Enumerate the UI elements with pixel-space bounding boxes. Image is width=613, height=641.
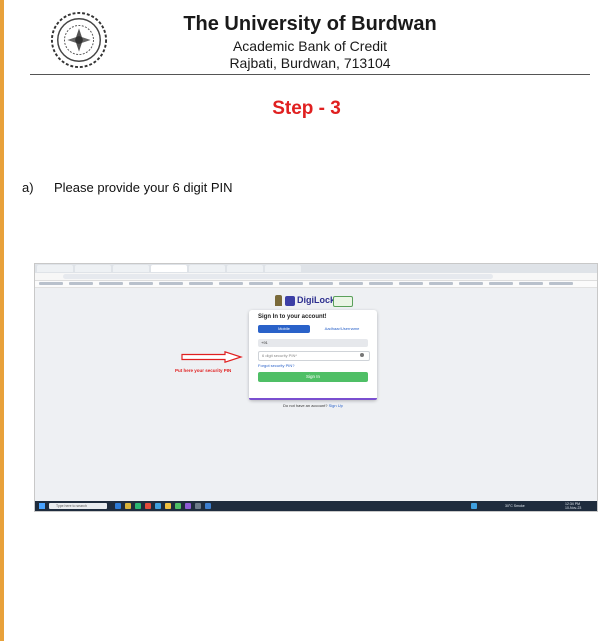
taskbar-app-icon[interactable]: [145, 503, 151, 509]
no-account-text: Do not have an account?: [283, 403, 328, 408]
bookmark-item: [399, 282, 423, 285]
weather-status: 30°C Smoke: [505, 504, 525, 508]
sign-up-link[interactable]: Sign Up: [329, 403, 343, 408]
bookmark-item: [519, 282, 543, 285]
browser-tab: [227, 265, 263, 272]
embedded-screenshot: DigiLocker Sign In to your account! Mobi…: [34, 263, 598, 512]
emblem-icon: [275, 295, 282, 306]
instruction-text: Please provide your 6 digit PIN: [54, 180, 233, 195]
browser-tab: [189, 265, 225, 272]
taskbar-clock: 12:34 PM 10-Nov-23: [565, 502, 581, 510]
url-field: [63, 274, 493, 279]
bookmark-item: [279, 282, 303, 285]
tab-aadhaar-username[interactable]: Aadhaar/Username: [315, 325, 369, 333]
taskbar-search-box[interactable]: Type here to search: [49, 503, 107, 509]
bookmark-item: [309, 282, 333, 285]
browser-tab: [37, 265, 73, 272]
tab-mobile[interactable]: Mobile: [258, 325, 310, 333]
bookmark-item: [129, 282, 153, 285]
university-seal-logo: [50, 11, 108, 69]
bookmark-item: [189, 282, 213, 285]
address: Rajbati, Burdwan, 713104: [229, 55, 391, 71]
taskbar-app-icon[interactable]: [195, 503, 201, 509]
instruction-marker: a): [22, 180, 34, 195]
taskbar-app-icon[interactable]: [165, 503, 171, 509]
taskbar-app-icon[interactable]: [175, 503, 181, 509]
taskbar-app-icon[interactable]: [205, 503, 211, 509]
bookmark-item: [39, 282, 63, 285]
taskbar-app-icon[interactable]: [471, 503, 477, 509]
taskbar-app-icon[interactable]: [135, 503, 141, 509]
bookmark-item: [99, 282, 123, 285]
digilocker-icon: [285, 296, 295, 306]
page-border-accent: [0, 0, 4, 641]
header-divider: [30, 74, 590, 75]
browser-tab: [113, 265, 149, 272]
step-heading: Step - 3: [272, 98, 341, 119]
bookmark-item: [249, 282, 273, 285]
bookmark-item: [369, 282, 393, 285]
taskbar-app-icon[interactable]: [115, 503, 121, 509]
annotation-label: Put here your security PIN: [175, 368, 232, 373]
forgot-pin-link[interactable]: Forgot security PIN?: [258, 363, 294, 368]
bookmark-item: [69, 282, 93, 285]
no-account-line: Do not have an account? Sign Up: [283, 403, 343, 408]
mobile-number-field[interactable]: +91: [258, 339, 368, 347]
bookmark-item: [339, 282, 363, 285]
taskbar-app-icon[interactable]: [185, 503, 191, 509]
eye-icon[interactable]: [360, 353, 364, 357]
taskbar-app-icon[interactable]: [125, 503, 131, 509]
bookmark-item: [429, 282, 453, 285]
signin-title: Sign In to your account!: [258, 314, 327, 320]
security-pin-input[interactable]: 6 digit security PIN*: [258, 351, 370, 361]
university-name: The University of Burdwan: [183, 13, 437, 35]
bookmark-item: [549, 282, 573, 285]
department-name: Academic Bank of Credit: [232, 38, 388, 54]
browser-tab: [265, 265, 301, 272]
taskbar-app-icon[interactable]: [155, 503, 161, 509]
digital-india-icon: [333, 296, 353, 307]
sign-in-button[interactable]: Sign In: [258, 372, 368, 382]
bookmark-item: [489, 282, 513, 285]
clock-date: 10-Nov-23: [565, 506, 582, 510]
signin-card: Sign In to your account! Mobile Aadhaar/…: [249, 310, 377, 400]
bookmark-item: [159, 282, 183, 285]
browser-tab: [75, 265, 111, 272]
windows-start-icon[interactable]: [39, 503, 45, 509]
arrow-right-icon: [181, 351, 243, 363]
browser-tab-active: [151, 265, 187, 272]
instruction: a) Please provide your 6 digit PIN: [22, 180, 232, 195]
card-accent-bar: [249, 398, 377, 400]
bookmark-item: [219, 282, 243, 285]
bookmark-item: [459, 282, 483, 285]
digilocker-logo: DigiLocker: [275, 295, 355, 307]
